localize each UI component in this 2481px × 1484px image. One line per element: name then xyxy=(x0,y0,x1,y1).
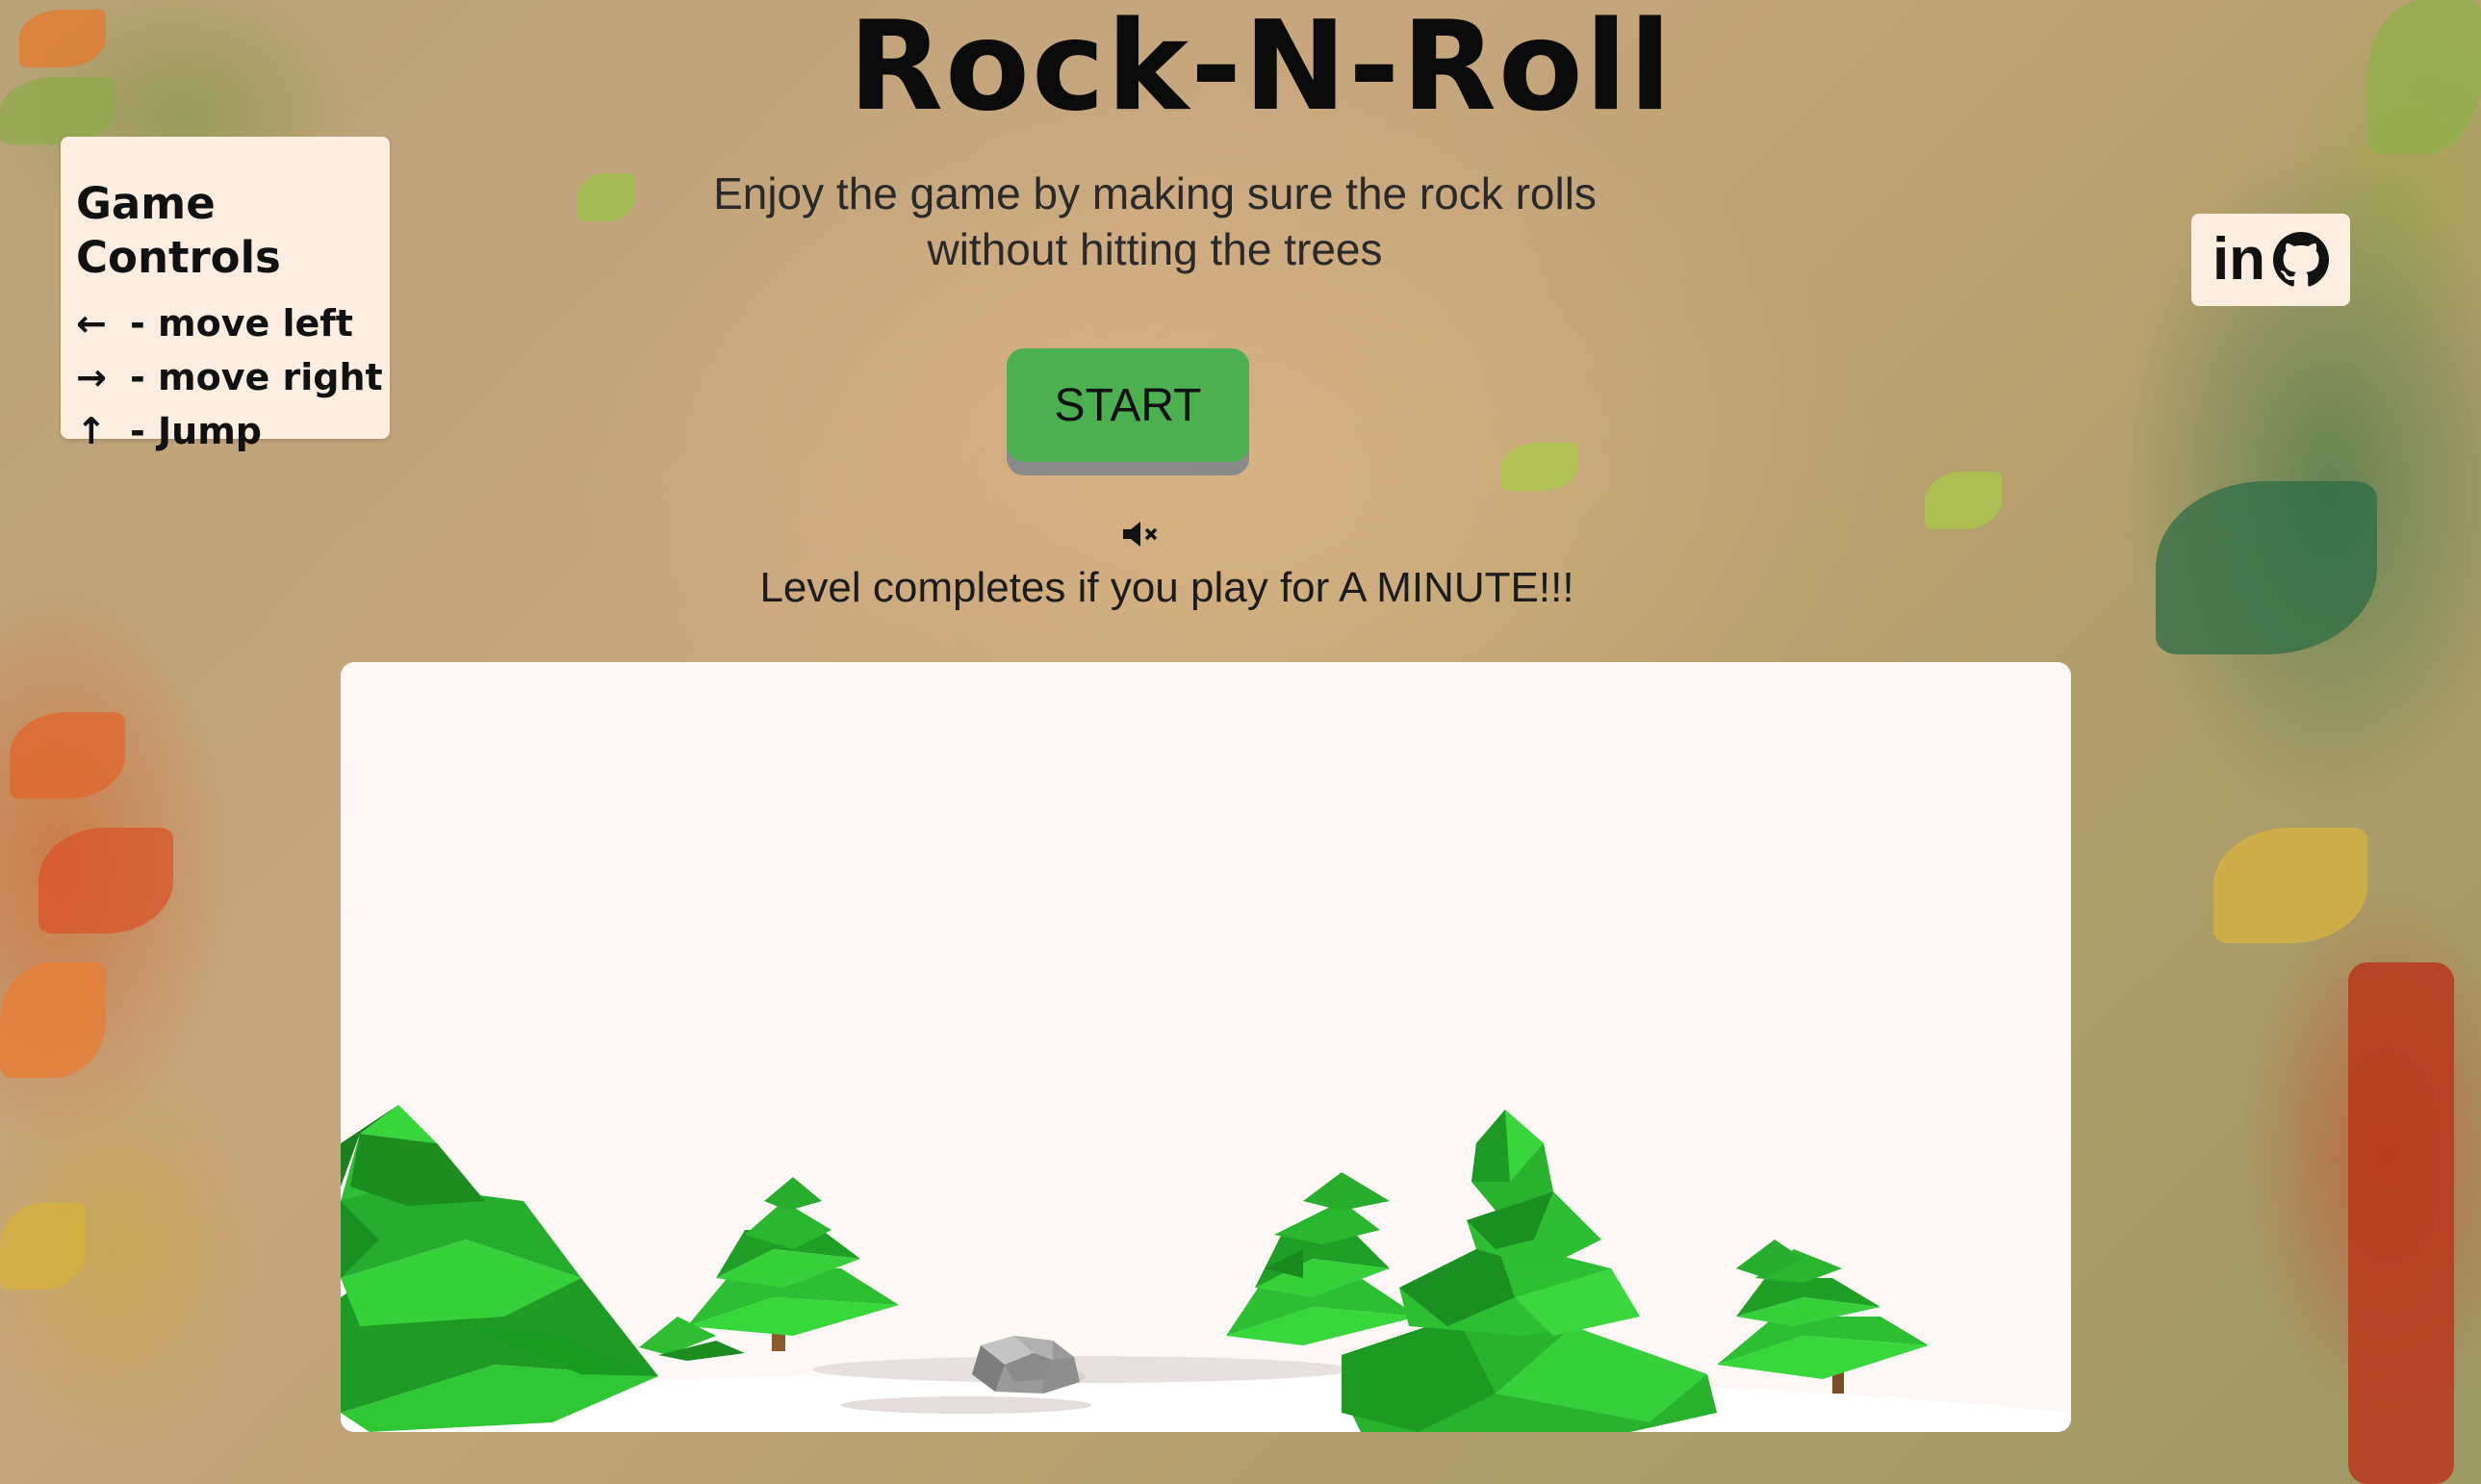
control-jump: ↑ - Jump xyxy=(76,404,390,458)
description-line: without hitting the trees xyxy=(927,224,1383,274)
control-label: - move right xyxy=(130,356,383,398)
pine-tree xyxy=(341,1105,658,1432)
github-icon[interactable] xyxy=(2273,232,2330,288)
up-arrow-icon: ↑ xyxy=(76,410,107,452)
control-move-right: → - move right xyxy=(76,350,390,404)
left-arrow-icon: ← xyxy=(76,302,107,345)
bg-leaf xyxy=(0,962,106,1078)
control-label: - move left xyxy=(130,302,353,345)
control-label: - Jump xyxy=(130,410,262,452)
game-controls-panel: Game Controls ← - move left → - move right… xyxy=(61,137,390,452)
bg-leaf xyxy=(577,173,635,221)
bg-leaf xyxy=(1925,472,2002,529)
game-scene xyxy=(341,1105,2071,1432)
page-title: Rock-N-Roll xyxy=(848,0,1674,139)
path-shadow xyxy=(841,1396,1091,1414)
right-arrow-icon: → xyxy=(76,356,107,398)
bg-leaf xyxy=(0,77,115,144)
bg-leaf xyxy=(38,828,173,934)
start-button[interactable]: START xyxy=(1007,348,1249,462)
controls-heading: Game Controls xyxy=(76,178,281,283)
bg-leaf xyxy=(2156,481,2377,654)
bg-leaf xyxy=(1501,443,1578,491)
rolling-rock[interactable] xyxy=(972,1336,1086,1394)
bg-leaf xyxy=(2213,828,2367,943)
bg-leaf xyxy=(0,1203,87,1290)
pine-tree xyxy=(639,1177,899,1361)
social-links: in xyxy=(2191,214,2350,306)
description-line: Enjoy the game by making sure the rock r… xyxy=(713,168,1597,218)
bg-leaf xyxy=(10,712,125,799)
pine-tree xyxy=(1226,1172,1419,1345)
control-move-left: ← - move left xyxy=(76,296,390,350)
bg-leaf xyxy=(19,10,106,67)
red-pillar xyxy=(2348,962,2454,1484)
linkedin-icon[interactable]: in xyxy=(2212,230,2265,290)
bg-leaf xyxy=(2367,0,2481,154)
game-description: Enjoy the game by making sure the rock r… xyxy=(674,166,1636,277)
pine-tree xyxy=(1342,1110,1717,1432)
pine-tree xyxy=(1717,1240,1929,1394)
mute-icon[interactable] xyxy=(1121,520,1162,549)
level-note: Level completes if you play for A MINUTE… xyxy=(759,564,1574,611)
game-canvas[interactable] xyxy=(341,662,2071,1432)
